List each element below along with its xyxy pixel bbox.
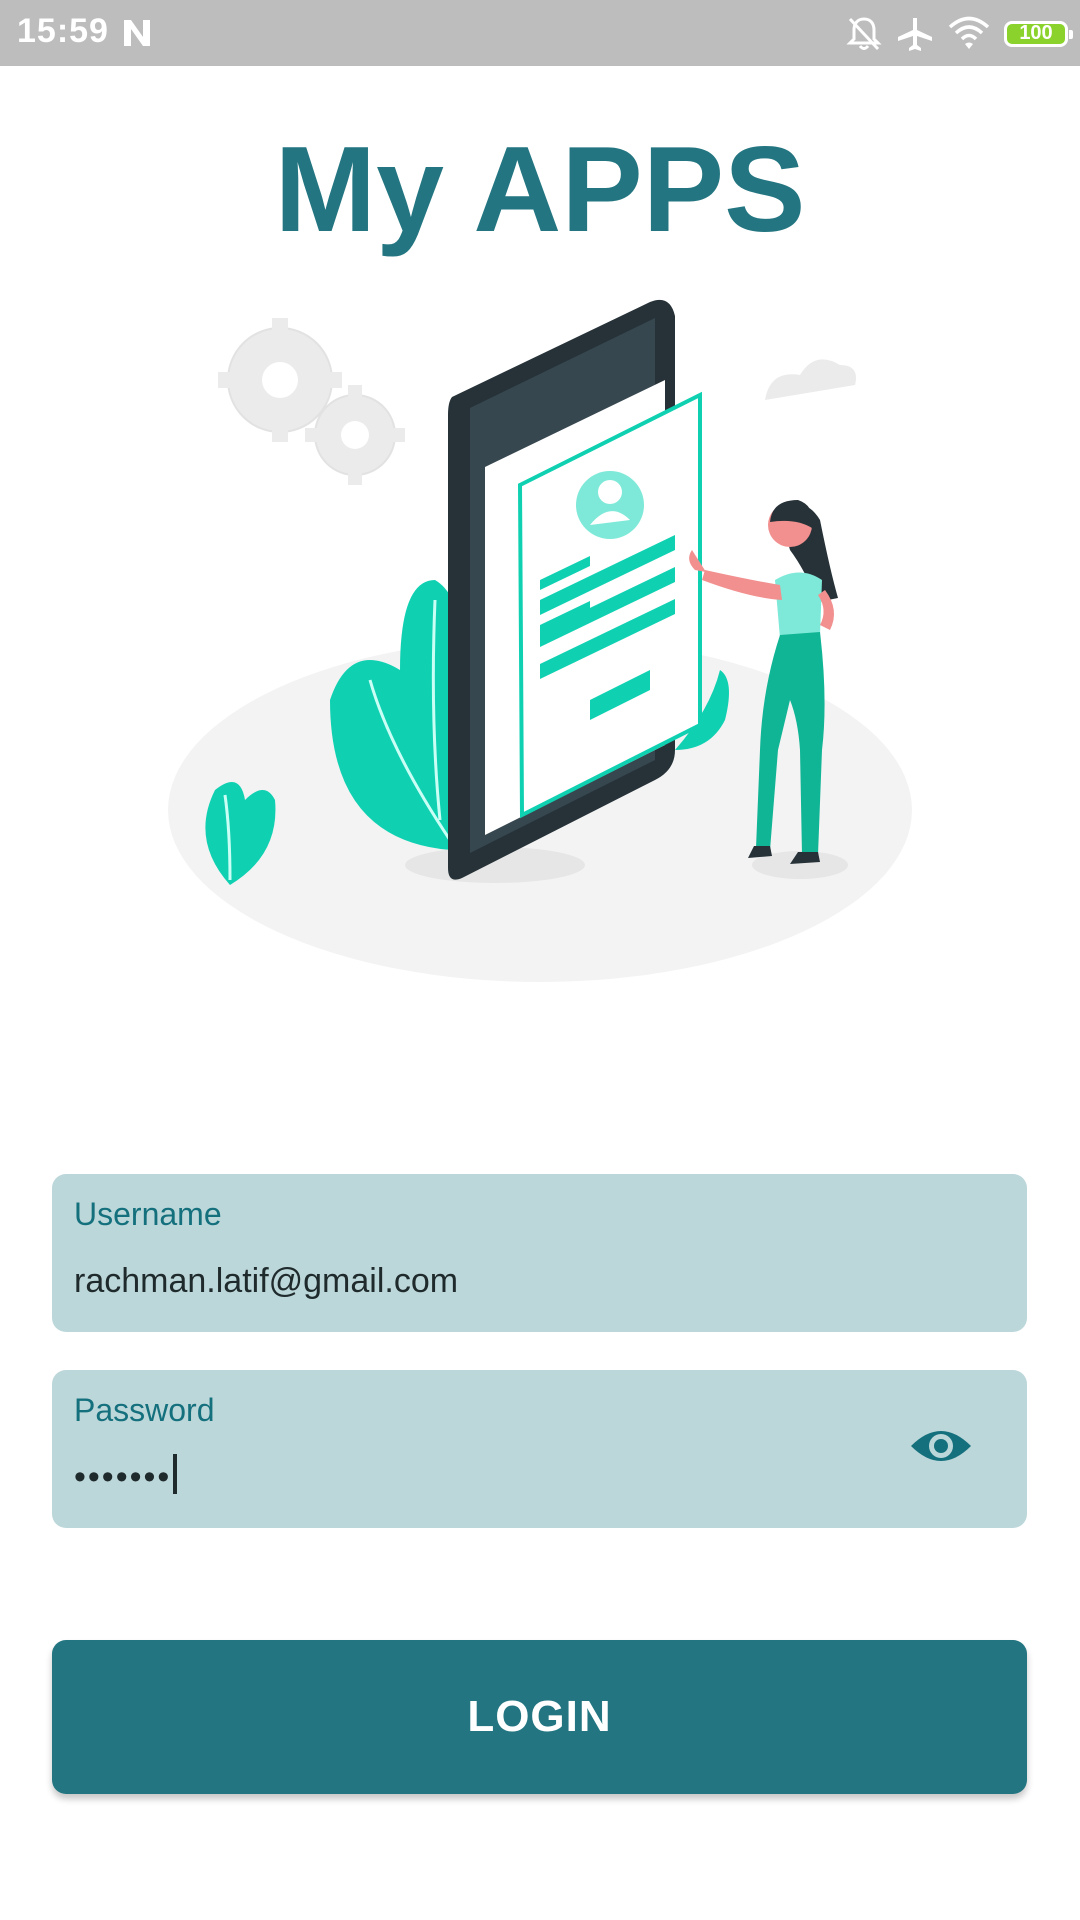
password-masked-value: •••••••: [74, 1458, 172, 1496]
username-field[interactable]: Username rachman.latif@gmail.com: [52, 1174, 1027, 1332]
username-input[interactable]: rachman.latif@gmail.com: [74, 1262, 458, 1301]
login-button[interactable]: LOGIN: [52, 1640, 1027, 1794]
status-time: 15:59: [17, 12, 109, 50]
status-icons: 100: [846, 12, 1073, 56]
notifications-off-icon: [846, 17, 882, 51]
username-label: Username: [74, 1196, 222, 1232]
battery-icon: 100: [1004, 21, 1073, 47]
battery-level: 100: [1019, 22, 1053, 44]
app-title: My APPS: [274, 121, 806, 257]
login-illustration: [168, 299, 912, 982]
text-caret: [173, 1454, 178, 1494]
wifi-icon: [948, 16, 990, 49]
password-label: Password: [74, 1392, 215, 1428]
status-bar: 15:59 100: [0, 0, 1080, 66]
notification-n-icon: [124, 20, 150, 46]
password-field[interactable]: Password •••••••: [52, 1370, 1027, 1528]
password-input[interactable]: •••••••: [74, 1454, 178, 1497]
eye-icon[interactable]: [909, 1422, 973, 1470]
airplane-mode-icon: [898, 18, 932, 51]
